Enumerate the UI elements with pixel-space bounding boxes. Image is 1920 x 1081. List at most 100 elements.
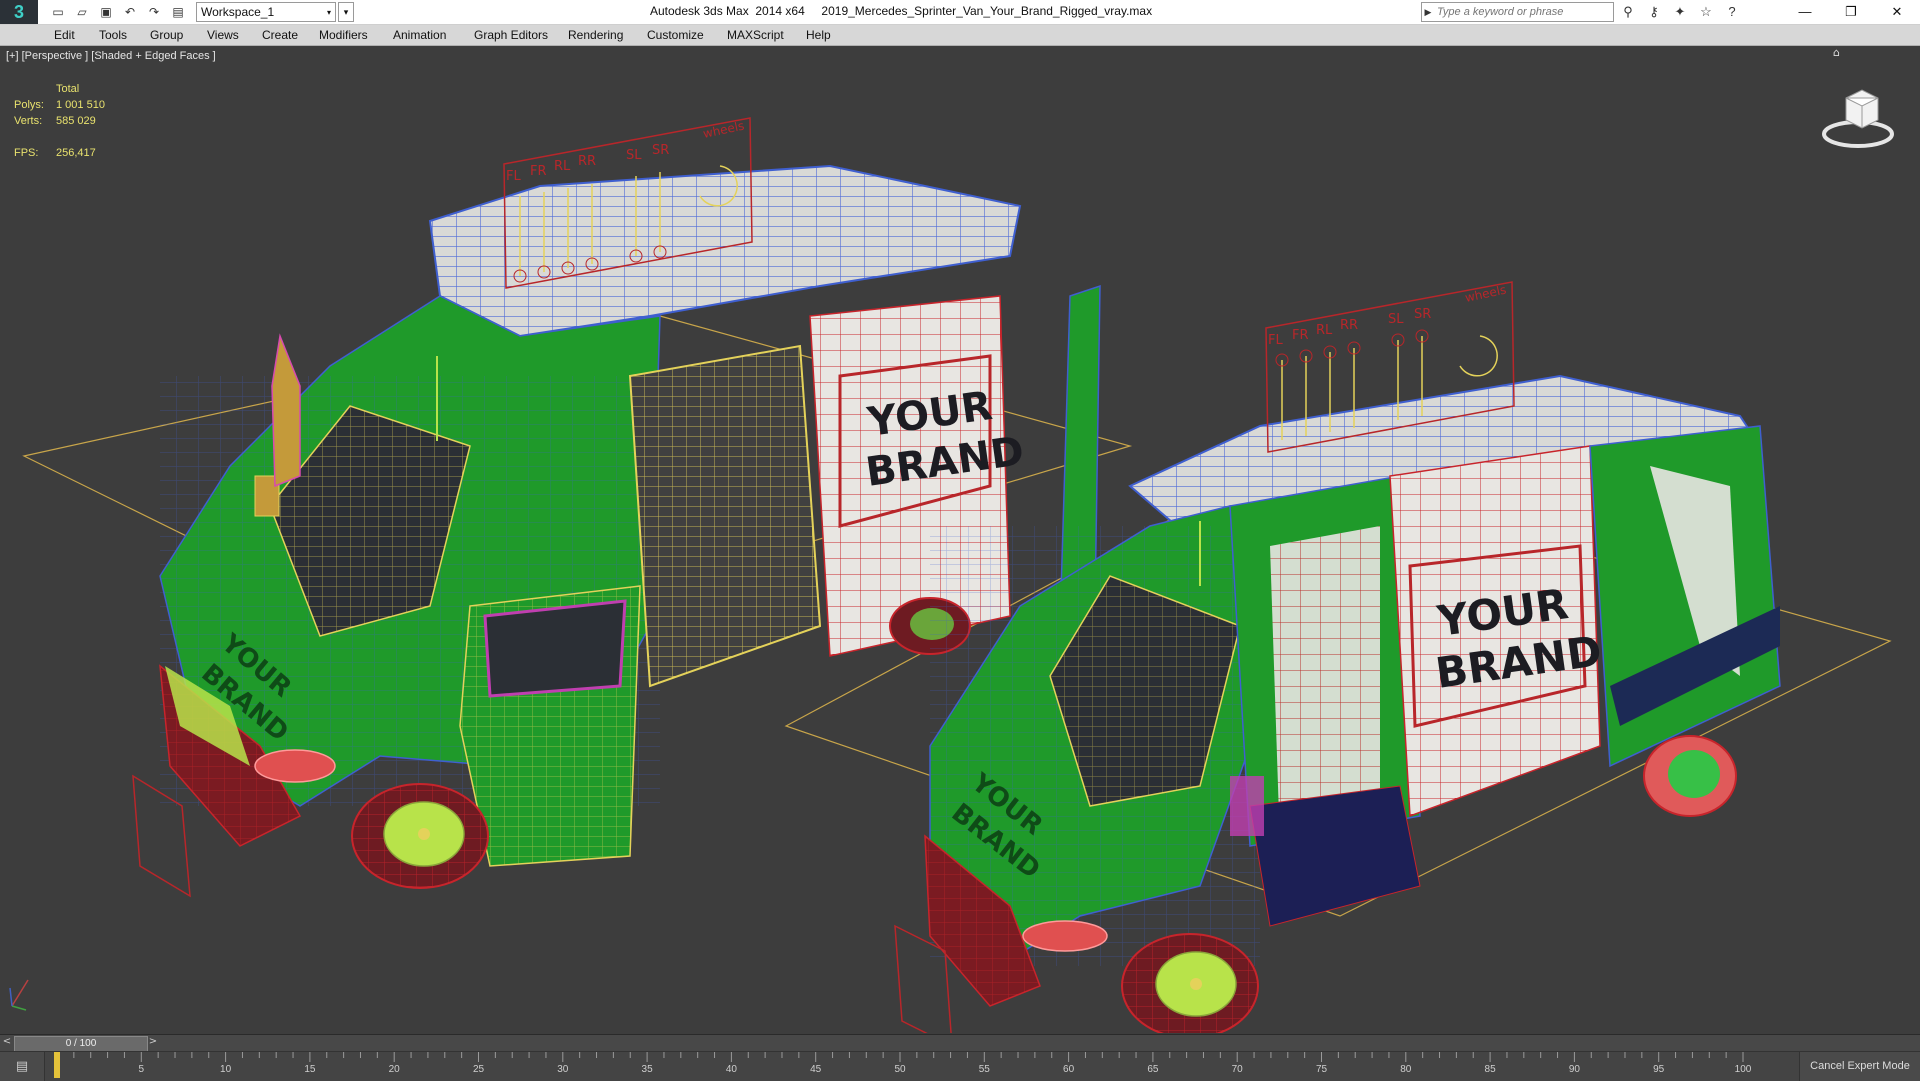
- track-tick-label: 30: [557, 1064, 569, 1075]
- time-slider[interactable]: 0 / 100: [14, 1036, 148, 1052]
- rig-label-rl-right: RL: [1316, 323, 1333, 338]
- scene-statistics: Total Polys: 1 001 510 Verts: 585 029 FPS:…: [14, 81, 174, 161]
- viewport-label[interactable]: [+] [Perspective ] [Shaded + Edged Faces…: [6, 50, 216, 62]
- menu-modifiers[interactable]: Modifiers: [319, 28, 368, 42]
- rig-title-wheels-right: wheels: [1464, 283, 1508, 305]
- undo-icon[interactable]: ↶: [120, 3, 140, 21]
- star-icon[interactable]: ☆: [1696, 2, 1716, 22]
- rig-label-fl: FL: [506, 169, 521, 184]
- track-tick-label: 40: [725, 1064, 737, 1075]
- track-tick-label: 55: [978, 1064, 990, 1075]
- stats-verts-label: Verts:: [14, 115, 43, 127]
- search-input[interactable]: [1434, 4, 1613, 20]
- menu-maxscript[interactable]: MAXScript: [727, 28, 784, 42]
- track-tick-label: 80: [1400, 1064, 1412, 1075]
- info-center-toolbar: ⚲ ⚷ ✦ ☆ ?: [1618, 2, 1742, 22]
- new-file-icon[interactable]: ▭: [48, 3, 68, 21]
- menu-customize[interactable]: Customize: [647, 28, 704, 42]
- workspace-value: Workspace_1: [201, 5, 275, 19]
- workspace-expand-button[interactable]: ▾: [338, 2, 354, 22]
- stats-polys-value: 1 001 510: [56, 99, 105, 111]
- track-tick-label: 95: [1653, 1064, 1665, 1075]
- menu-tools[interactable]: Tools: [99, 28, 127, 42]
- track-tick-label: 100: [1734, 1064, 1752, 1075]
- track-tick-label: 20: [388, 1064, 400, 1075]
- track-tick-label: 70: [1231, 1064, 1243, 1075]
- stats-fps-label: FPS:: [14, 147, 39, 159]
- perspective-viewport[interactable]: YOUR BRAND YOUR BRAND YOUR BRAND YOUR BR…: [0, 46, 1920, 1033]
- time-slider-bar: < 0 / 100 >: [0, 1034, 1920, 1052]
- stats-fps-value: 256,417: [56, 147, 96, 159]
- title-bar: 3 ▭ ▱ ▣ ↶ ↷ ▤ Workspace_1 ▾ ▾ Autodesk 3…: [0, 0, 1920, 25]
- track-tick-label: 60: [1063, 1064, 1075, 1075]
- search-box: ▶: [1421, 2, 1614, 22]
- track-bar: ▤ 5 10 15 20 25 30 35 40 45 50 55 60 65 70 75 80 85 90 95 1…: [0, 1051, 1920, 1081]
- chevron-down-icon: ▾: [326, 7, 331, 17]
- track-tick-label: 35: [641, 1064, 653, 1075]
- app-logo-icon: 3: [13, 1, 24, 22]
- van-right[interactable]: YOUR BRAND YOUR BRAND: [894, 374, 1781, 1033]
- binoculars-icon[interactable]: ⚲: [1618, 2, 1638, 22]
- menu-views[interactable]: Views: [207, 28, 239, 42]
- chevron-left-icon[interactable]: <: [2, 1036, 12, 1050]
- community-icon[interactable]: ✦: [1670, 2, 1690, 22]
- open-file-icon[interactable]: ▱: [72, 3, 92, 21]
- stats-polys-label: Polys:: [14, 99, 44, 111]
- rig-label-sr: SR: [652, 143, 669, 158]
- rig-title-wheels: wheels: [702, 119, 746, 141]
- menu-create[interactable]: Create: [262, 28, 298, 42]
- rig-label-sl: SL: [626, 148, 642, 163]
- track-tick-label: 85: [1484, 1064, 1496, 1075]
- redo-icon[interactable]: ↷: [144, 3, 164, 21]
- menu-graph-editors[interactable]: Graph Editors: [474, 28, 548, 42]
- rig-label-fr: FR: [530, 164, 547, 179]
- wheel-rear-right[interactable]: [1643, 735, 1737, 817]
- stats-verts-value: 585 029: [56, 115, 96, 127]
- caret-right-icon[interactable]: ▶: [1422, 7, 1434, 18]
- cancel-expert-mode-button[interactable]: Cancel Expert Mode: [1799, 1052, 1920, 1081]
- axis-tripod-icon: [9, 979, 29, 1011]
- menu-help[interactable]: Help: [806, 28, 831, 42]
- menu-animation[interactable]: Animation: [393, 28, 446, 42]
- save-icon[interactable]: ▣: [96, 3, 116, 21]
- key-icon[interactable]: ⚷: [1644, 2, 1664, 22]
- restore-icon[interactable]: ❐: [1828, 0, 1874, 24]
- track-tick-labels: 5 10 15 20 25 30 35 40 45 50 55 60 65 70 75 80 85 90 95 100: [0, 1052, 1800, 1081]
- track-tick-label: 50: [894, 1064, 906, 1075]
- track-tick-label: 15: [304, 1064, 316, 1075]
- rig-label-rl: RL: [554, 159, 571, 174]
- quick-access-toolbar: ▭ ▱ ▣ ↶ ↷ ▤: [48, 3, 188, 21]
- menu-group[interactable]: Group: [150, 28, 183, 42]
- track-tick-label: 90: [1568, 1064, 1580, 1075]
- rig-label-sl-right: SL: [1388, 312, 1404, 327]
- rig-label-sr-right: SR: [1414, 307, 1431, 322]
- track-tick-label: 25: [472, 1064, 485, 1075]
- app-menu-button[interactable]: 3: [0, 0, 38, 24]
- menu-rendering[interactable]: Rendering: [568, 28, 623, 42]
- viewcube-home-icon[interactable]: ⌂: [1833, 46, 1840, 59]
- track-tick-label: 10: [220, 1064, 232, 1075]
- rig-label-fl-right: FL: [1268, 333, 1283, 348]
- window-title: Autodesk 3ds Max 2014 x64 2019_Mercedes_…: [650, 4, 1153, 18]
- viewcube-icon[interactable]: [1818, 76, 1898, 156]
- rig-label-fr-right: FR: [1292, 328, 1309, 343]
- wheel-front-left[interactable]: [351, 783, 489, 889]
- stats-total-label: Total: [56, 83, 80, 95]
- track-tick-label: 5: [138, 1064, 145, 1075]
- rig-label-rr-right: RR: [1340, 318, 1358, 333]
- scene-render: YOUR BRAND YOUR BRAND YOUR BRAND YOUR BR…: [9, 117, 1892, 1033]
- menu-edit[interactable]: Edit: [54, 28, 75, 42]
- workspace-dropdown[interactable]: Workspace_1 ▾: [196, 2, 336, 22]
- track-tick-label: 45: [810, 1064, 822, 1075]
- menu-bar: Edit Tools Group Views Create Modifiers …: [0, 25, 1920, 46]
- rig-label-rr: RR: [578, 154, 596, 169]
- minimize-icon[interactable]: —: [1782, 0, 1828, 24]
- project-folder-icon[interactable]: ▤: [168, 3, 188, 21]
- track-tick-label: 65: [1147, 1064, 1159, 1075]
- help-icon[interactable]: ?: [1722, 2, 1742, 22]
- track-tick-label: 75: [1315, 1064, 1328, 1075]
- window-controls: — ❐ ✕: [1782, 0, 1920, 24]
- wheel-front-right[interactable]: [1121, 933, 1259, 1033]
- chevron-right-icon[interactable]: >: [148, 1036, 158, 1050]
- close-icon[interactable]: ✕: [1874, 0, 1920, 24]
